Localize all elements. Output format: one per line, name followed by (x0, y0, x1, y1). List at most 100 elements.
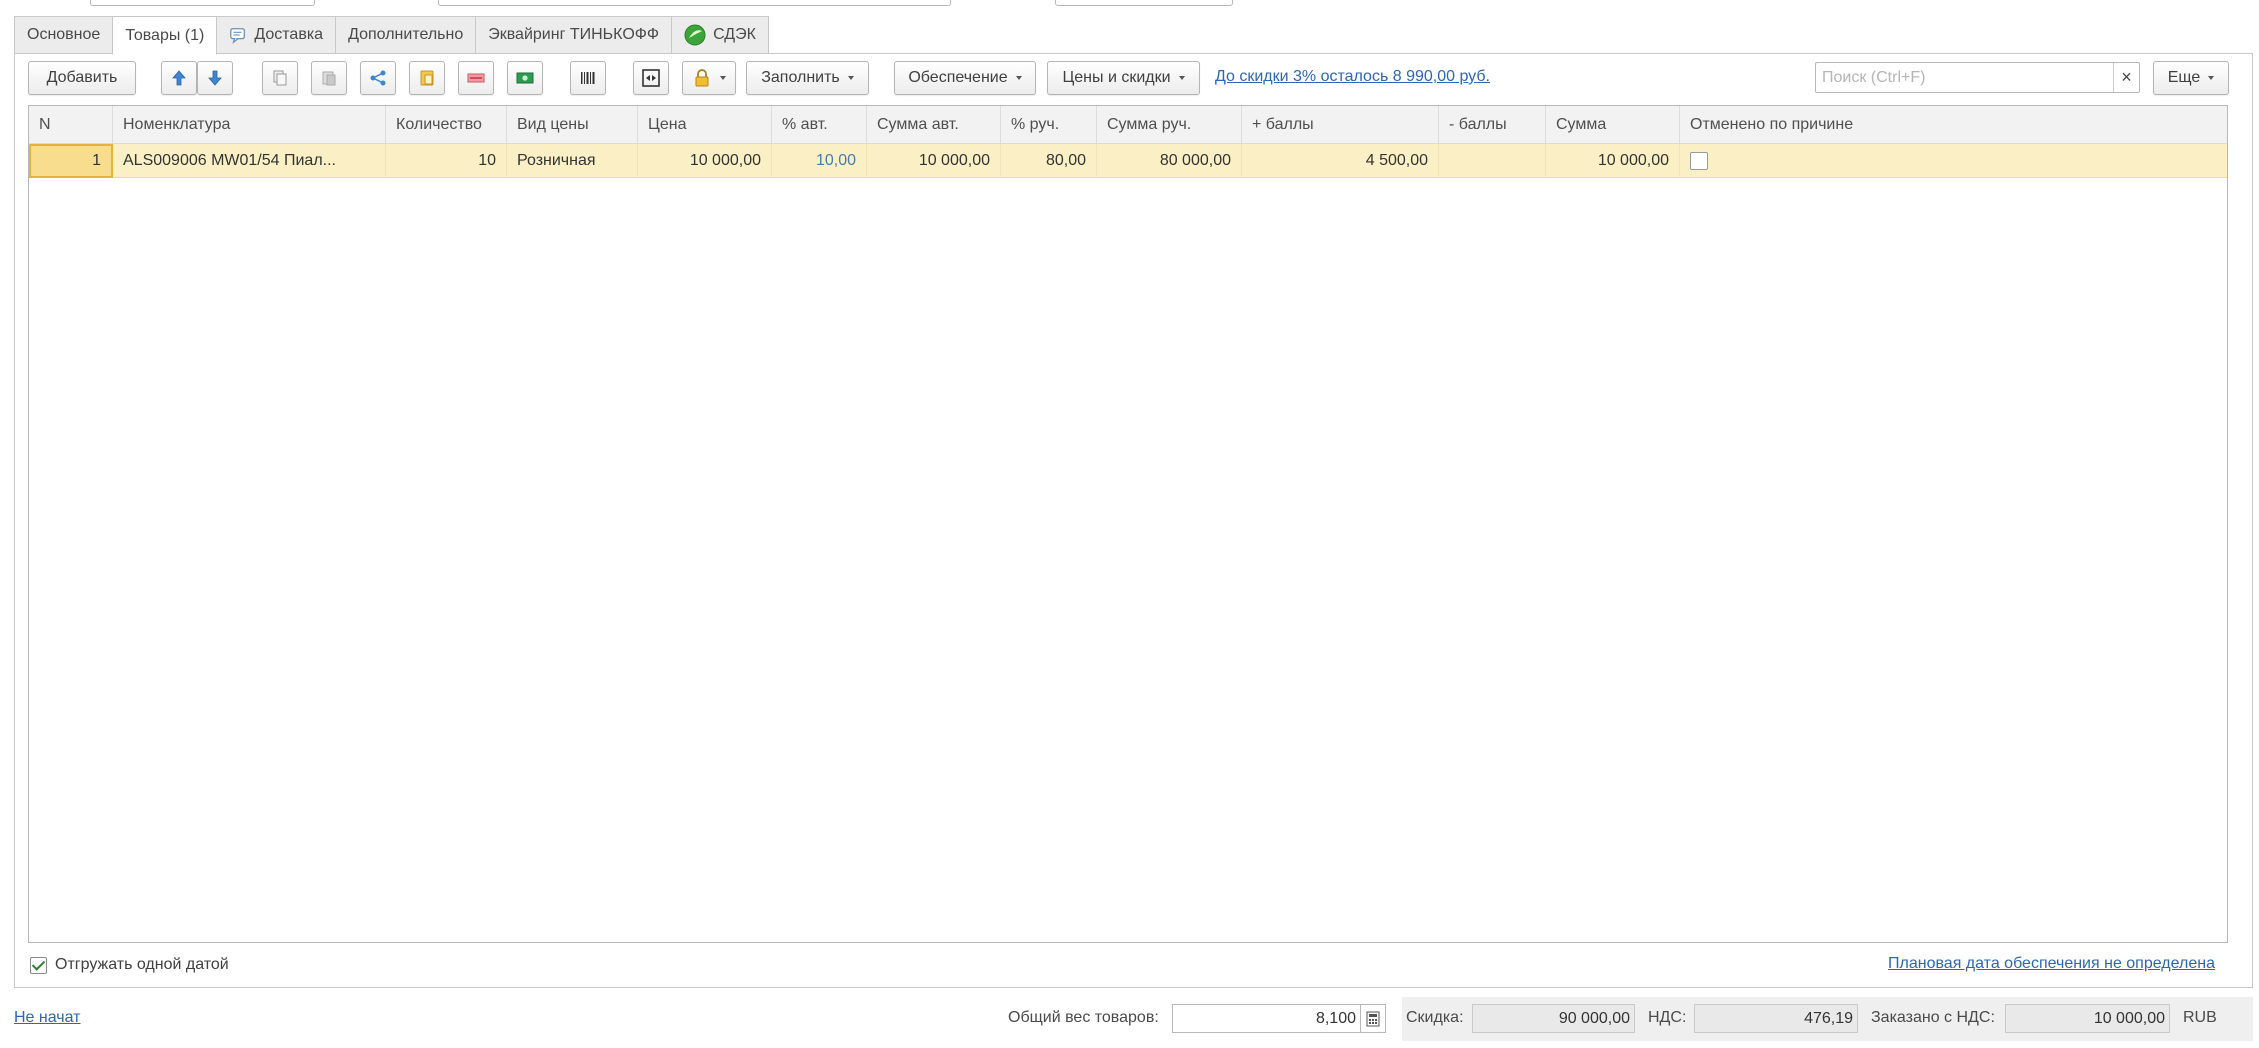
cell-item[interactable]: ALS009006 MW01/54 Пиал... (113, 144, 386, 178)
status-link[interactable]: Не начат (14, 1009, 81, 1027)
col-header-cancelled[interactable]: Отменено по причине (1680, 106, 2227, 144)
tab-acquiring[interactable]: Эквайринг ТИНЬКОФФ (475, 16, 673, 54)
col-header-price[interactable]: Цена (638, 106, 772, 144)
paste-special-icon (420, 70, 434, 86)
plan-date-link[interactable]: Плановая дата обеспечения не определена (1888, 955, 2215, 973)
goods-table: N Номенклатура Количество Вид цены Цена … (28, 105, 2228, 943)
tab-bar: Основное Товары (1) Доставка Дополнитель… (14, 16, 769, 55)
tab-label: Дополнительно (348, 26, 464, 43)
tab-label: Доставка (254, 26, 324, 43)
tab-label: Эквайринг ТИНЬКОФФ (488, 26, 660, 43)
table-header: N Номенклатура Количество Вид цены Цена … (29, 106, 2227, 144)
vat-total-field: 476,19 (1694, 1004, 1858, 1033)
move-up-button[interactable] (161, 61, 197, 95)
cell-sum-manual[interactable]: 80 000,00 (1097, 144, 1242, 178)
prices-dropdown-button[interactable]: Цены и скидки (1047, 61, 1200, 95)
col-header-price-type[interactable]: Вид цены (507, 106, 638, 144)
col-header-points-minus[interactable]: - баллы (1439, 106, 1546, 144)
cell-pct-manual[interactable]: 80,00 (1001, 144, 1097, 178)
tab-label: Основное (27, 26, 101, 43)
cell-points-minus[interactable] (1439, 144, 1546, 178)
paste-special-button[interactable] (409, 61, 445, 95)
speech-bubble-icon (230, 28, 246, 44)
tab-main[interactable]: Основное (14, 16, 114, 54)
search-input[interactable] (1816, 63, 2106, 92)
table-row[interactable]: 1 ALS009006 MW01/54 Пиал... 10 Розничная… (29, 144, 2227, 178)
paste-button[interactable] (311, 61, 347, 95)
cell-cancelled (1680, 144, 2227, 178)
lock-button[interactable] (682, 61, 736, 95)
col-header-qty[interactable]: Количество (386, 106, 507, 144)
expand-button[interactable] (633, 61, 669, 95)
ship-one-date-label: Отгружать одной датой (55, 956, 229, 973)
cell-sum-auto[interactable]: 10 000,00 (867, 144, 1001, 178)
paste-icon (322, 71, 336, 86)
col-header-sum[interactable]: Сумма (1546, 106, 1680, 144)
cancel-rows-icon (467, 73, 485, 83)
copy-icon (273, 70, 287, 86)
fill-label: Заполнить (761, 69, 840, 86)
cancelled-checkbox[interactable] (1690, 151, 1708, 170)
split-button[interactable] (360, 61, 396, 95)
upper-field-1[interactable] (90, 0, 315, 6)
more-label: Еще (2167, 69, 2201, 86)
discount-label: Скидка: (1406, 1009, 1464, 1026)
cell-pct-auto[interactable]: 10,00 (772, 144, 867, 178)
chevron-down-icon (1178, 76, 1185, 80)
upper-field-3[interactable] (1055, 0, 1233, 6)
arrow-up-icon (172, 70, 186, 86)
add-button[interactable]: Добавить (28, 61, 136, 95)
tab-additional[interactable]: Дополнительно (335, 16, 477, 54)
ordered-label: Заказано с НДС: (1871, 1009, 1995, 1026)
weight-field[interactable]: 8,100 (1172, 1004, 1361, 1033)
ship-one-date-control[interactable]: Отгружать одной датой (30, 956, 229, 974)
col-header-sum-manual[interactable]: Сумма руч. (1097, 106, 1242, 144)
tab-goods[interactable]: Товары (1) (112, 16, 218, 55)
col-header-sum-auto[interactable]: Сумма авт. (867, 106, 1001, 144)
barcode-icon (581, 72, 595, 84)
tab-label: СДЭК (713, 26, 756, 43)
more-button[interactable]: Еще (2153, 61, 2229, 95)
barcode-button[interactable] (570, 61, 606, 95)
chevron-down-icon (1015, 76, 1022, 80)
upper-field-2[interactable] (438, 0, 951, 6)
cell-points-plus[interactable]: 4 500,00 (1242, 144, 1439, 178)
discount-total-field: 90 000,00 (1472, 1004, 1635, 1033)
ship-one-date-checkbox[interactable] (30, 956, 47, 974)
prices-label: Цены и скидки (1062, 69, 1171, 86)
discount-threshold-link[interactable]: До скидки 3% осталось 8 990,00 руб. (1215, 68, 1490, 86)
cell-sum[interactable]: 10 000,00 (1546, 144, 1680, 178)
col-header-points-plus[interactable]: + баллы (1242, 106, 1439, 144)
clear-search-button[interactable]: × (2113, 63, 2139, 92)
tab-label: Товары (1) (125, 26, 205, 44)
currency-label: RUB (2183, 1009, 2217, 1026)
chevron-down-icon (2208, 76, 2215, 80)
cell-n[interactable]: 1 (29, 144, 113, 178)
calculator-button[interactable] (1361, 1004, 1386, 1033)
tab-delivery[interactable]: Доставка (216, 16, 337, 54)
green-play-icon (684, 24, 706, 46)
supply-dropdown-button[interactable]: Обеспечение (894, 61, 1036, 95)
chevron-down-icon (720, 76, 726, 80)
cell-price[interactable]: 10 000,00 (638, 144, 772, 178)
col-header-n[interactable]: N (29, 106, 113, 144)
pricing-button[interactable] (507, 61, 543, 95)
pricing-icon (516, 72, 534, 84)
move-down-button[interactable] (197, 61, 233, 95)
expand-icon (642, 69, 660, 87)
calculator-icon (1366, 1011, 1380, 1026)
fill-dropdown-button[interactable]: Заполнить (746, 61, 869, 95)
cell-qty[interactable]: 10 (386, 144, 507, 178)
cancel-rows-button[interactable] (458, 61, 494, 95)
ordered-total-field: 10 000,00 (2005, 1004, 2170, 1033)
weight-label: Общий вес товаров: (1008, 1009, 1159, 1026)
col-header-pct-auto[interactable]: % авт. (772, 106, 867, 144)
copy-button[interactable] (262, 61, 298, 95)
col-header-pct-manual[interactable]: % руч. (1001, 106, 1097, 144)
col-header-item[interactable]: Номенклатура (113, 106, 386, 144)
tab-cdek[interactable]: СДЭК (671, 16, 769, 54)
cell-price-type[interactable]: Розничная (507, 144, 638, 178)
chevron-down-icon (847, 76, 854, 80)
split-icon (370, 70, 386, 86)
supply-label: Обеспечение (908, 69, 1008, 86)
